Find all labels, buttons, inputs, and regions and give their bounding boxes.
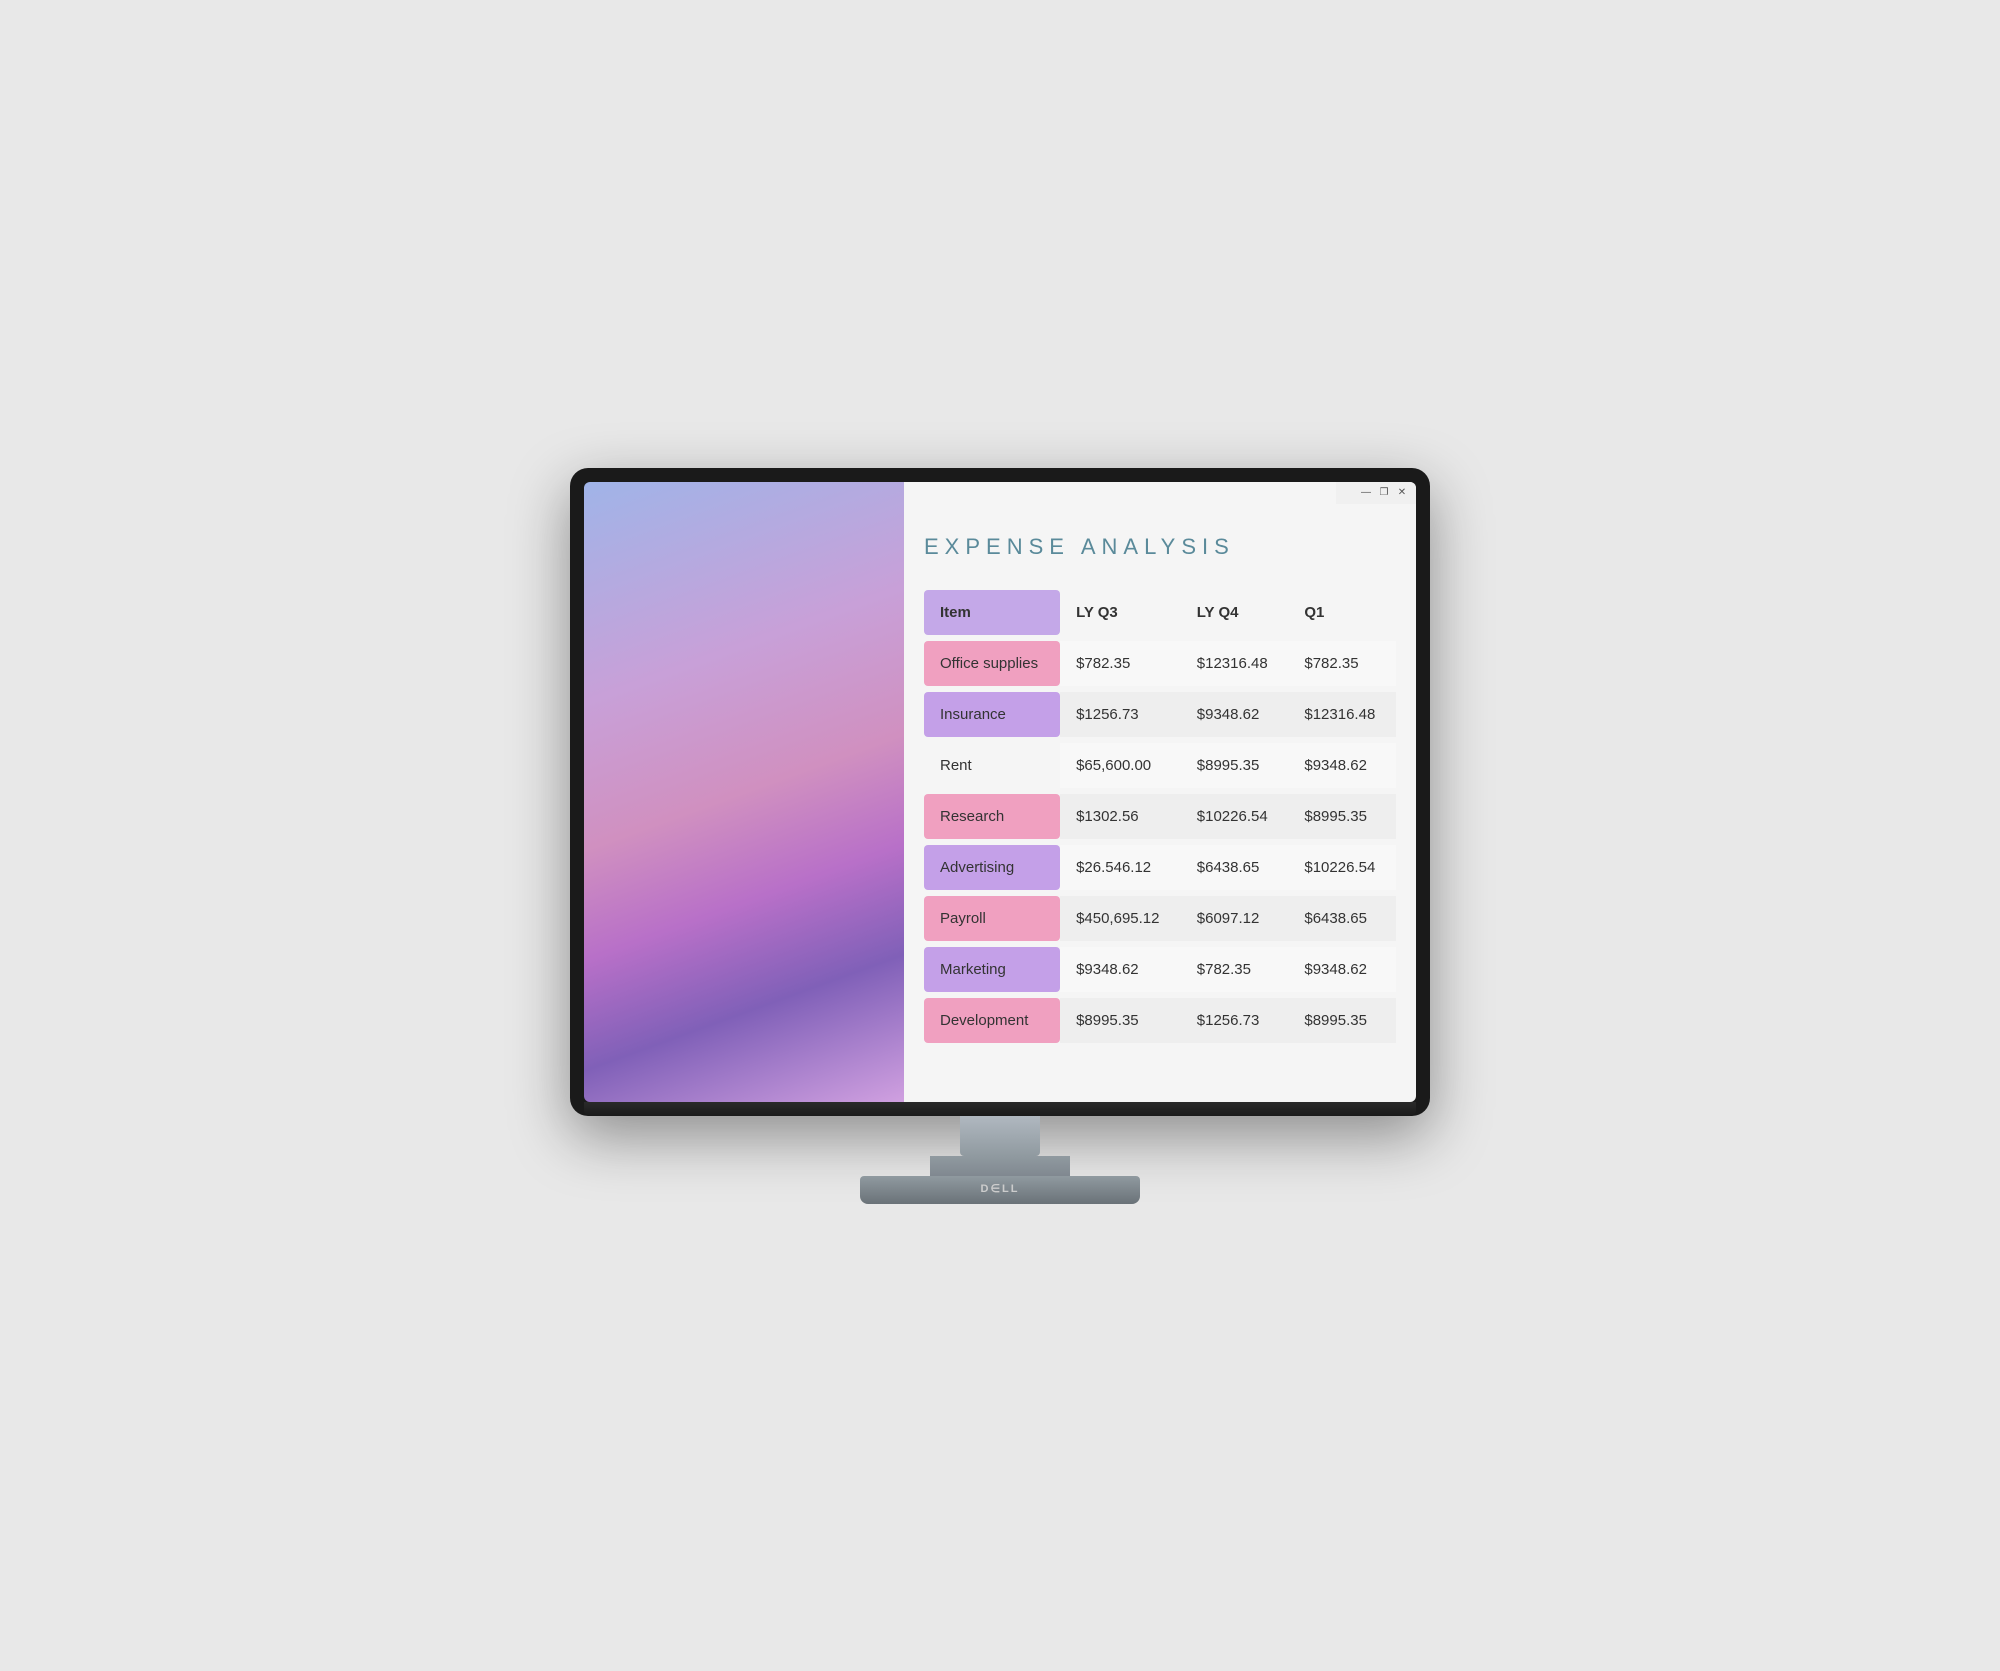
neck-column [930, 1156, 1070, 1176]
table-header-row: Item LY Q3 LY Q4 Q1 [924, 590, 1396, 635]
cell-lyq3: $9348.62 [1060, 947, 1181, 992]
cell-lyq4: $9348.62 [1181, 692, 1289, 737]
table-row: Payroll $450,695.12 $6097.12 $6438.65 [924, 896, 1396, 941]
cell-lyq4: $8995.35 [1181, 743, 1289, 788]
monitor-bottom-bar [584, 1102, 1416, 1116]
table-row: Office supplies $782.35 $12316.48 $782.3… [924, 641, 1396, 686]
cell-item: Payroll [924, 896, 1060, 941]
col-header-lyq4: LY Q4 [1181, 590, 1289, 635]
cell-q1: $9348.62 [1288, 743, 1396, 788]
cell-item: Advertising [924, 845, 1060, 890]
table-row: Development $8995.35 $1256.73 $8995.35 [924, 998, 1396, 1043]
close-button[interactable]: ✕ [1394, 485, 1410, 501]
cell-q1: $6438.65 [1288, 896, 1396, 941]
titlebar: — ❐ ✕ [1336, 482, 1416, 504]
cell-item: Development [924, 998, 1060, 1043]
monitor-stand: D∈LL [570, 1116, 1430, 1204]
cell-lyq4: $10226.54 [1181, 794, 1289, 839]
table-row: Rent $65,600.00 $8995.35 $9348.62 [924, 743, 1396, 788]
table-row: Insurance $1256.73 $9348.62 $12316.48 [924, 692, 1396, 737]
cell-lyq4: $782.35 [1181, 947, 1289, 992]
col-header-q1: Q1 [1288, 590, 1396, 635]
neck-base: D∈LL [860, 1176, 1140, 1204]
sheet-title: EXPENSE ANALYSIS [924, 534, 1396, 560]
cell-q1: $9348.62 [1288, 947, 1396, 992]
cell-lyq4: $12316.48 [1181, 641, 1289, 686]
cell-lyq3: $1302.56 [1060, 794, 1181, 839]
monitor-frame: — ❐ ✕ EXPENSE ANALYSIS Item [570, 468, 1430, 1204]
cell-q1: $782.35 [1288, 641, 1396, 686]
cell-item: Insurance [924, 692, 1060, 737]
cell-lyq3: $8995.35 [1060, 998, 1181, 1043]
minimize-button[interactable]: — [1358, 485, 1374, 501]
table-row: Advertising $26.546.12 $6438.65 $10226.5… [924, 845, 1396, 890]
cell-lyq3: $65,600.00 [1060, 743, 1181, 788]
brand-label: D∈LL [860, 1176, 1140, 1195]
expense-table: Item LY Q3 LY Q4 Q1 Office supplies $782… [924, 584, 1396, 1049]
cell-q1: $8995.35 [1288, 998, 1396, 1043]
neck-top [960, 1116, 1040, 1156]
cell-q1: $8995.35 [1288, 794, 1396, 839]
monitor-outer: — ❐ ✕ EXPENSE ANALYSIS Item [570, 468, 1430, 1116]
cell-q1: $10226.54 [1288, 845, 1396, 890]
cell-item: Office supplies [924, 641, 1060, 686]
cell-item: Rent [924, 743, 1060, 788]
col-header-item: Item [924, 590, 1060, 635]
screen-content: EXPENSE ANALYSIS Item LY Q3 LY Q4 Q1 [584, 482, 1416, 1102]
cell-lyq4: $6438.65 [1181, 845, 1289, 890]
cell-q1: $12316.48 [1288, 692, 1396, 737]
cell-item: Research [924, 794, 1060, 839]
cell-lyq3: $26.546.12 [1060, 845, 1181, 890]
cell-lyq4: $6097.12 [1181, 896, 1289, 941]
cell-item: Marketing [924, 947, 1060, 992]
table-row: Marketing $9348.62 $782.35 $9348.62 [924, 947, 1396, 992]
col-header-lyq3: LY Q3 [1060, 590, 1181, 635]
spreadsheet-area: EXPENSE ANALYSIS Item LY Q3 LY Q4 Q1 [904, 504, 1416, 1069]
decorative-panel [584, 482, 904, 1102]
cell-lyq3: $782.35 [1060, 641, 1181, 686]
restore-button[interactable]: ❐ [1376, 485, 1392, 501]
cell-lyq3: $1256.73 [1060, 692, 1181, 737]
cell-lyq4: $1256.73 [1181, 998, 1289, 1043]
monitor-screen: — ❐ ✕ EXPENSE ANALYSIS Item [584, 482, 1416, 1102]
cell-lyq3: $450,695.12 [1060, 896, 1181, 941]
table-row: Research $1302.56 $10226.54 $8995.35 [924, 794, 1396, 839]
spreadsheet-panel: EXPENSE ANALYSIS Item LY Q3 LY Q4 Q1 [904, 482, 1416, 1102]
